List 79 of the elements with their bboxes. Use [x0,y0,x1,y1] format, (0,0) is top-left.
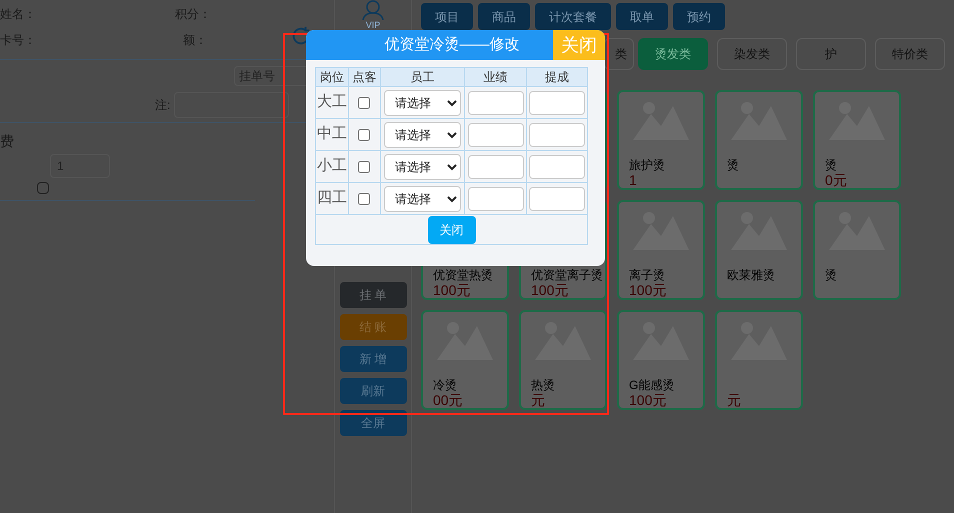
commission-field[interactable] [529,186,586,210]
checkbox[interactable] [37,182,49,194]
product-name: 烫 [825,158,837,172]
product-price: 100元 [531,282,568,298]
column-header: 岗位 [316,68,348,86]
product-card[interactable]: 欧莱雅烫 [715,200,803,300]
column-header: 员工 [380,68,465,86]
vip-avatar[interactable]: VIP [353,0,393,34]
product-name: G能感烫 [629,378,674,392]
product-price: 0元 [825,172,847,188]
guest-checkbox[interactable] [358,161,370,174]
product-card[interactable]: 旅护烫 1 [617,90,705,190]
position-cell: 大工 [316,86,348,118]
action-button[interactable]: 全屏 [340,410,406,436]
position-cell: 中工 [316,118,348,150]
product-name: 烫 [825,268,837,282]
column-header: 提成 [526,68,588,86]
product-card[interactable]: 烫 [715,90,803,190]
product-price: 100元 [629,392,666,408]
commission-field[interactable] [529,122,586,146]
product-name: 旅护烫 [629,158,665,172]
product-name: 优资堂离子烫 [531,268,603,282]
product-price: 元 [531,392,545,408]
product-name: 欧莱雅烫 [727,268,775,282]
product-name: 离子烫 [629,268,665,282]
tab[interactable]: 项目 [421,3,473,30]
tab[interactable]: 取单 [616,3,668,30]
refresh-icon[interactable] [290,25,312,47]
product-name: 冷烫 [433,378,457,392]
product-card[interactable]: G能感烫 100元 [617,310,705,410]
staff-select[interactable]: 请选择 [384,154,462,180]
commission-field[interactable] [529,90,586,114]
product-price: 00元 [433,392,463,408]
close-button[interactable]: 关闭 [553,30,605,60]
commission-field[interactable] [529,154,586,178]
guest-checkbox[interactable] [358,129,370,142]
product-card[interactable]: 烫 0元 [813,90,901,190]
tab[interactable]: 计次套餐 [535,3,611,30]
action-button[interactable]: 刷新 [340,378,406,404]
performance-field[interactable] [468,122,524,146]
action-button[interactable]: 新 增 [340,346,406,372]
performance-field[interactable] [468,154,524,178]
action-button[interactable]: 挂 单 [340,282,406,308]
performance-field[interactable] [468,186,524,210]
action-button[interactable]: 结 账 [340,314,406,340]
person-icon [361,0,385,20]
staff-select[interactable]: 请选择 [384,90,462,116]
product-card[interactable]: 烫 [813,200,901,300]
product-price: 100元 [433,282,470,298]
close-button[interactable]: 关闭 [428,216,476,244]
product-card[interactable]: 离子烫 100元 [617,200,705,300]
tab[interactable]: 商品 [478,3,530,30]
category-button[interactable]: 类 [604,38,634,70]
product-price: 1 [629,172,637,188]
category-button[interactable]: 特价类 [875,38,945,70]
product-card[interactable]: 冷烫 00元 [421,310,509,410]
product-name: 优资堂热烫 [433,268,493,282]
product-name: 烫 [727,158,739,172]
vip-label: VIP [366,20,380,30]
dialog-title: 优资堂冷烫——修改 [384,35,520,55]
product-name: 热烫 [531,378,555,392]
category-button[interactable]: 护 [796,38,866,70]
product-card[interactable]: 元 [715,310,803,410]
tab[interactable]: 预约 [673,3,725,30]
performance-field[interactable] [468,90,524,114]
position-cell: 四工 [316,182,348,214]
product-price: 元 [727,392,741,408]
position-cell: 小工 [316,150,348,182]
column-header: 点客 [348,68,381,86]
product-price: 100元 [629,282,666,298]
note-field[interactable] [174,92,290,118]
column-header: 业绩 [464,68,527,86]
category-button[interactable]: 烫发类 [638,38,708,70]
guest-checkbox[interactable] [358,193,370,206]
category-button[interactable]: 染发类 [717,38,787,70]
staff-select[interactable]: 请选择 [384,186,462,212]
staff-select[interactable]: 请选择 [384,122,462,148]
product-card[interactable]: 热烫 元 [519,310,607,410]
guest-checkbox[interactable] [358,97,370,110]
